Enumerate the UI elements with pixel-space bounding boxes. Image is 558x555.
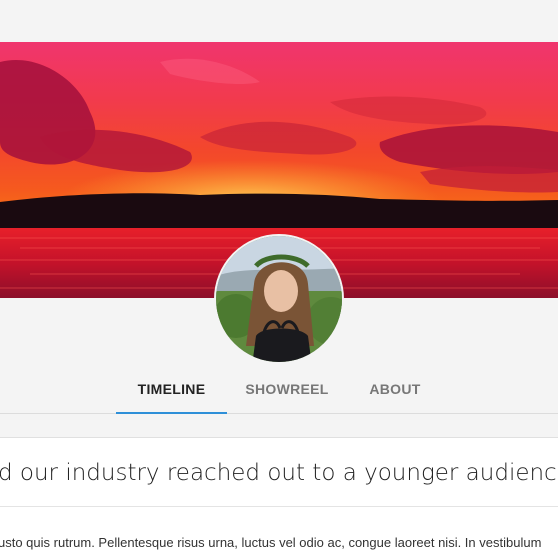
post-headline: d our industry reached out to a younger … bbox=[0, 460, 558, 486]
tab-timeline[interactable]: TIMELINE bbox=[116, 362, 227, 414]
tab-about[interactable]: ABOUT bbox=[360, 362, 430, 413]
profile-avatar[interactable] bbox=[214, 234, 344, 364]
post-divider bbox=[0, 506, 558, 507]
timeline-post-card: d our industry reached out to a younger … bbox=[0, 437, 558, 555]
post-body: usto quis rutrum. Pellentesque risus urn… bbox=[0, 535, 542, 550]
profile-tabs: TIMELINE SHOWREEL ABOUT bbox=[0, 362, 558, 414]
profile-photo bbox=[216, 236, 342, 362]
tab-showreel[interactable]: SHOWREEL bbox=[239, 362, 335, 413]
